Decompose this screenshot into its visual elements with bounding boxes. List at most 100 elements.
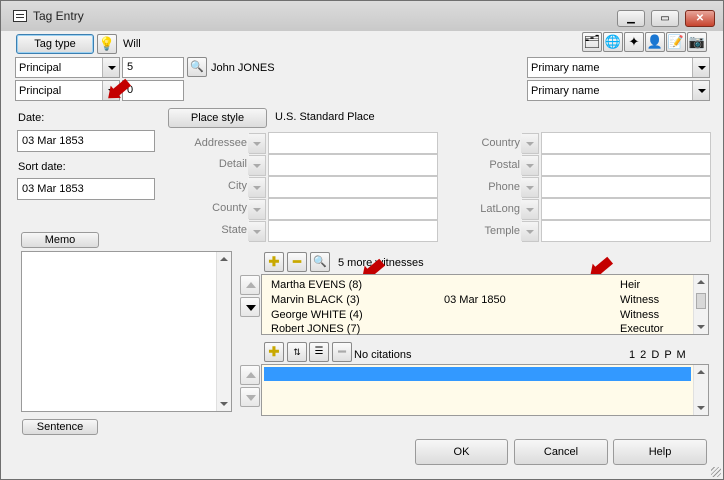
country-input[interactable] [541,132,711,154]
scroll-down-icon [220,402,228,406]
chevron-down-icon [521,156,538,175]
sort-citations-icon[interactable]: ⇅ [287,342,307,362]
latlong-label: LatLong [480,203,520,215]
maximize-icon: ▭ [660,12,670,24]
temple-select[interactable] [521,221,539,242]
citation-flags: 1 2 D P M [629,349,687,361]
phone-label: Phone [488,181,520,193]
place-style-button[interactable]: Place style [168,108,267,128]
person-record-icon[interactable]: 🗂 [582,32,602,52]
person-add-icon[interactable]: 👤 [645,32,665,52]
search-witness-binoculars-icon[interactable]: 🔍 [310,252,330,272]
move-witness-up-button[interactable] [240,275,260,295]
window-title: Tag Entry [33,9,84,23]
scroll-up-icon [697,370,705,374]
cancel-button[interactable]: Cancel [514,439,608,465]
city-label: City [228,180,247,192]
date-label: Date: [18,112,45,124]
witness-role: Executor [620,323,664,335]
principal2-number-input[interactable]: 0 [122,80,184,101]
resize-grip-icon[interactable] [711,467,721,477]
ok-button[interactable]: OK [415,439,508,465]
detail-label: Detail [218,158,247,170]
sort-date-label: Sort date: [18,161,66,173]
country-select[interactable] [521,133,539,154]
chevron-down-icon [248,200,265,219]
move-citation-up-button[interactable] [240,365,260,385]
temple-label: Temple [484,225,520,237]
notes-icon[interactable]: 📝 [666,32,686,52]
chevron-down-icon [102,58,119,77]
sentence-button[interactable]: Sentence [22,419,98,435]
chevron-down-icon [248,156,265,175]
lightbulb-icon[interactable]: 💡 [97,34,117,54]
compass-icon[interactable]: ✦ [624,32,644,52]
add-witness-plus-icon[interactable]: ✚ [264,252,284,272]
selected-citation-row[interactable] [264,367,691,381]
witness-scrollbar[interactable] [693,275,708,334]
city-select[interactable] [248,177,266,198]
remove-witness-minus-icon[interactable]: ━ [287,252,307,272]
binoculars-icon[interactable]: 🔍 [187,57,207,77]
county-label: County [212,202,247,214]
principal1-role-select[interactable]: Principal [15,57,120,78]
globe-icon[interactable]: 🌐 [603,32,623,52]
chevron-down-icon [521,134,538,153]
citation-list-icon[interactable]: ☰ [309,342,329,362]
state-input[interactable] [268,220,438,242]
latlong-select[interactable] [521,199,539,220]
citation-list[interactable] [261,364,709,416]
memo-scrollbar[interactable] [216,252,231,411]
scroll-thumb[interactable] [696,293,706,309]
help-button[interactable]: Help [613,439,707,465]
place-style-value: U.S. Standard Place [275,111,375,123]
principal2-role-value: Principal [19,85,62,97]
city-input[interactable] [268,176,438,198]
principal1-name-type-select[interactable]: Primary name [527,57,710,78]
witness-list[interactable]: Martha EVENS (8) Heir Marvin BLACK (3) 0… [261,274,709,335]
state-select[interactable] [248,221,266,242]
postal-label: Postal [489,159,520,171]
postal-input[interactable] [541,154,711,176]
postal-select[interactable] [521,155,539,176]
tag-entry-window: Tag Entry ▁ ▭ ✕ Tag type 💡 Will 🗂 🌐 ✦ 👤 … [0,0,724,480]
sort-date-input[interactable]: 03 Mar 1853 [17,178,155,200]
maximize-button[interactable]: ▭ [651,10,679,27]
witness-name: Robert JONES (7) [271,323,361,335]
minimize-icon: ▁ [627,12,635,24]
tag-type-button[interactable]: Tag type [16,34,94,54]
table-row[interactable]: Martha EVENS (8) Heir [262,279,692,294]
principal1-person-name: John JONES [211,62,275,74]
country-label: Country [481,137,520,149]
camera-icon[interactable]: 📷 [687,32,707,52]
title-bar[interactable]: Tag Entry ▁ ▭ ✕ [1,1,723,31]
citations-summary: No citations [354,349,412,361]
witness-role: Witness [620,294,660,306]
county-input[interactable] [268,198,438,220]
table-row[interactable]: Robert JONES (7) Executor [262,323,692,338]
memo-textarea[interactable] [21,251,232,412]
detail-input[interactable] [268,154,438,176]
move-citation-down-button[interactable] [240,387,260,407]
detail-select[interactable] [248,155,266,176]
latlong-input[interactable] [541,198,711,220]
move-witness-down-button[interactable] [240,297,260,317]
remove-citation-minus-icon[interactable]: ━ [332,342,352,362]
temple-input[interactable] [541,220,711,242]
phone-input[interactable] [541,176,711,198]
memo-button[interactable]: Memo [21,232,99,248]
addressee-select[interactable] [248,133,266,154]
minimize-button[interactable]: ▁ [617,10,645,27]
date-input[interactable]: 03 Mar 1853 [17,130,155,152]
citation-scrollbar[interactable] [693,365,708,415]
principal1-role-value: Principal [19,62,62,74]
county-select[interactable] [248,199,266,220]
table-row[interactable]: George WHITE (4) Witness [262,309,692,324]
add-citation-plus-icon[interactable]: ✚ [264,342,284,362]
principal1-number-input[interactable]: 5 [122,57,184,78]
close-button[interactable]: ✕ [685,10,715,27]
addressee-input[interactable] [268,132,438,154]
phone-select[interactable] [521,177,539,198]
principal2-name-type-select[interactable]: Primary name [527,80,710,101]
table-row[interactable]: Marvin BLACK (3) 03 Mar 1850 Witness [262,294,692,309]
